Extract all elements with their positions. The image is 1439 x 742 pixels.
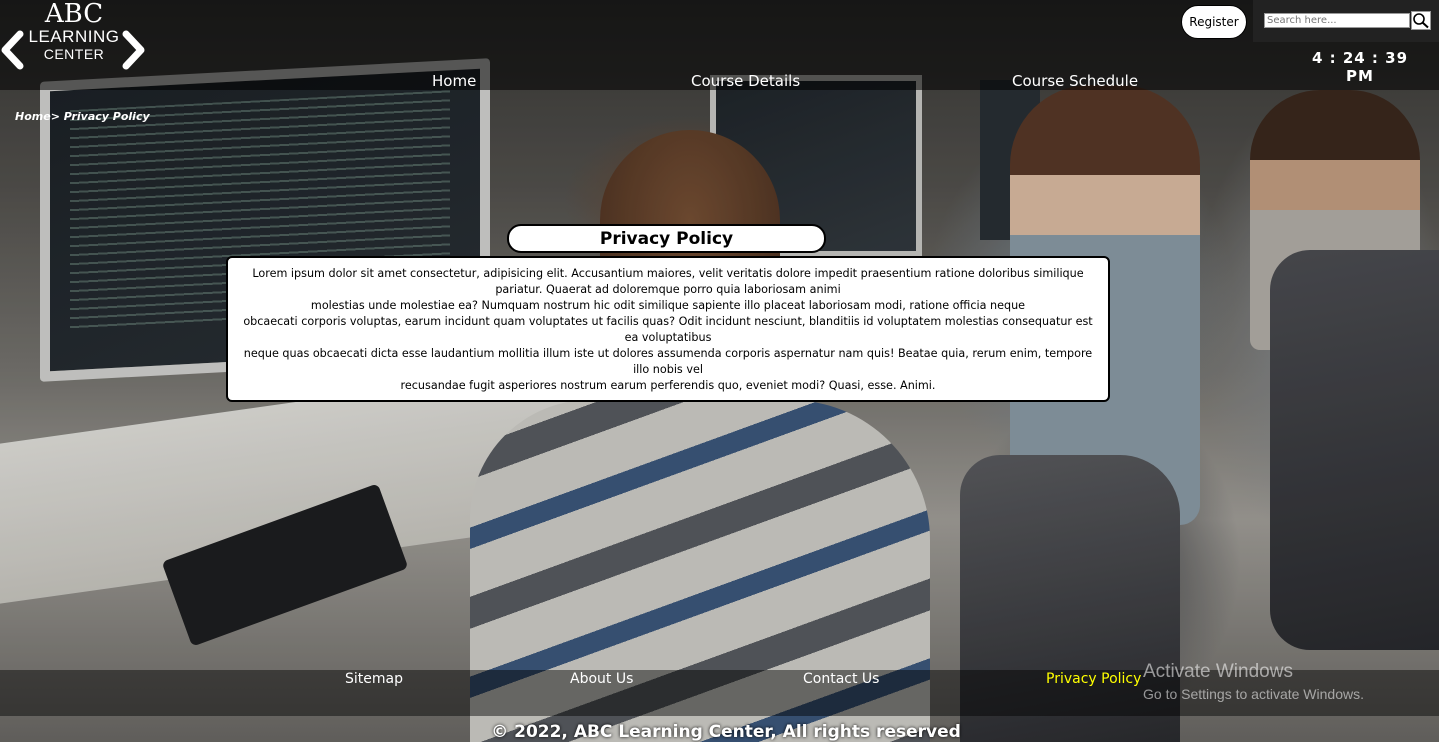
logo-text-abc: ABC (44, 0, 104, 29)
policy-paragraph: recusandae fugit asperiores nostrum earu… (400, 379, 936, 392)
activation-title: Activate Windows (1143, 661, 1293, 682)
breadcrumb: Home> Privacy Policy (15, 110, 150, 123)
breadcrumb-separator: > (50, 110, 60, 123)
policy-paragraph: neque quas obcaecati dicta esse laudanti… (243, 347, 1093, 376)
chevron-right-icon[interactable] (120, 30, 146, 70)
privacy-policy-text: Lorem ipsum dolor sit amet consectetur, … (226, 256, 1110, 402)
policy-paragraph: Lorem ipsum dolor sit amet consectetur, … (252, 267, 1084, 296)
clock-display: 4 : 24 : 39 PM (1311, 49, 1409, 85)
activation-subtitle: Go to Settings to activate Windows. (1143, 686, 1364, 702)
windows-activation-watermark: Activate Windows Go to Settings to activ… (1143, 660, 1433, 704)
nav-course-details[interactable]: Course Details (691, 72, 800, 90)
register-button[interactable]: Register (1181, 5, 1247, 39)
search-input[interactable] (1264, 13, 1410, 28)
search-bar (1253, 0, 1439, 42)
logo-text-center: CENTER (43, 46, 105, 62)
search-icon (1413, 13, 1429, 29)
copyright-text: © 2022, ABC Learning Center, All rights … (491, 722, 961, 742)
logo-text-learning: LEARNING (28, 27, 120, 46)
breadcrumb-home[interactable]: Home (15, 110, 51, 123)
search-button[interactable] (1411, 11, 1431, 30)
page-title: Privacy Policy (507, 224, 826, 253)
nav-home[interactable]: Home (432, 72, 476, 90)
nav-course-schedule[interactable]: Course Schedule (1012, 72, 1138, 90)
policy-paragraph: obcaecati corporis voluptas, earum incid… (243, 315, 1093, 344)
footer-link-contact-us[interactable]: Contact Us (803, 671, 879, 687)
footer-link-about-us[interactable]: About Us (570, 671, 633, 687)
site-logo[interactable]: ABC LEARNING CENTER (0, 0, 148, 72)
policy-paragraph: molestias unde molestiae ea? Numquam nos… (310, 299, 1026, 312)
breadcrumb-current: Privacy Policy (63, 110, 150, 123)
footer-link-sitemap[interactable]: Sitemap (345, 671, 403, 687)
footer-link-privacy-policy[interactable]: Privacy Policy (1046, 671, 1141, 687)
